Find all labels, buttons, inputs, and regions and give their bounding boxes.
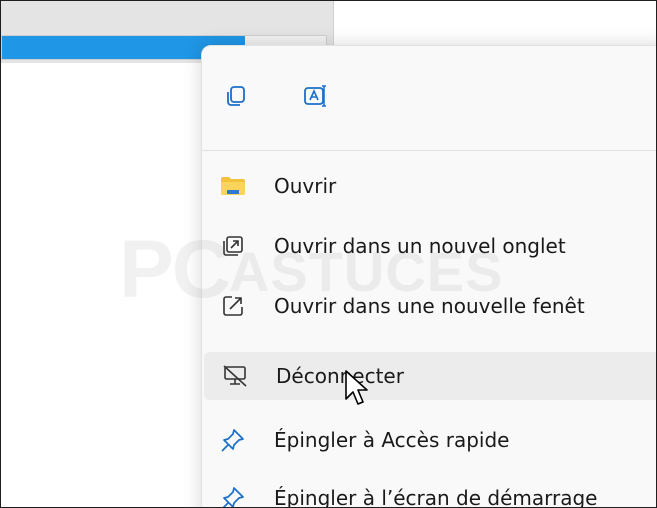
rename-icon [302, 83, 330, 113]
context-menu-toolbar [202, 46, 656, 150]
menu-item-disconnect[interactable]: Déconnecter [204, 352, 656, 400]
copy-icon [223, 83, 249, 113]
pin-start-icon [220, 485, 246, 507]
copy-button[interactable] [218, 80, 254, 116]
new-tab-icon [220, 233, 246, 259]
menu-item-open-new-tab[interactable]: Ouvrir dans un nouvel onglet [202, 222, 656, 270]
menu-item-label: Ouvrir [274, 174, 337, 198]
menu-item-label: Déconnecter [276, 364, 404, 388]
menu-item-label: Ouvrir dans une nouvelle fenêt [274, 294, 585, 318]
context-menu: Ouvrir Ouvrir dans un nouvel onglet Ouvr… [201, 45, 656, 508]
pin-icon [220, 427, 246, 453]
rename-button[interactable] [298, 80, 334, 116]
menu-item-label: Ouvrir dans un nouvel onglet [274, 234, 566, 258]
mouse-cursor-icon [345, 370, 368, 405]
menu-item-pin-quick-access[interactable]: Épingler à Accès rapide [202, 416, 656, 464]
screenshot-frame: Ouvrir Ouvrir dans un nouvel onglet Ouvr… [0, 0, 657, 508]
new-window-icon [220, 293, 246, 319]
menu-item-label: Épingler à l’écran de démarrage [274, 486, 598, 508]
background-window-body [1, 63, 201, 507]
disconnect-network-icon [222, 363, 248, 389]
menu-item-label: Épingler à Accès rapide [274, 428, 510, 452]
folder-icon [220, 173, 246, 199]
menu-item-open[interactable]: Ouvrir [202, 162, 656, 210]
menu-item-pin-start[interactable]: Épingler à l’écran de démarrage [202, 474, 656, 508]
menu-separator [202, 150, 656, 151]
menu-item-open-new-window[interactable]: Ouvrir dans une nouvelle fenêt [202, 282, 656, 330]
